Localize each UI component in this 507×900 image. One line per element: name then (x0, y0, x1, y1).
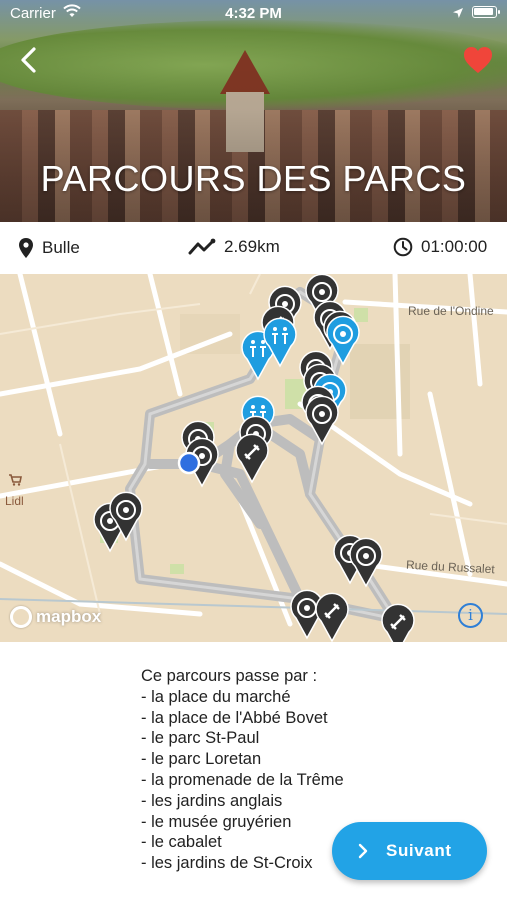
chevron-right-icon (358, 843, 368, 859)
map-info-button[interactable]: i (458, 603, 483, 628)
location-arrow-icon (453, 8, 463, 18)
route-distance: 2.69km (188, 237, 280, 257)
map-canvas (0, 274, 507, 642)
clock-time: 4:32 PM (225, 5, 282, 22)
location-pin-icon (19, 238, 33, 258)
stop-item: - le cabalet (141, 833, 222, 852)
stop-item: - les jardins de St-Croix (141, 854, 313, 873)
stops-list: - la place du marché - la place de l'Abb… (141, 687, 344, 874)
battery-icon (472, 6, 500, 18)
poi-label-lidl: Lidl (5, 494, 24, 508)
clock-icon (393, 237, 413, 257)
chevron-left-icon (21, 47, 36, 73)
route-city: Bulle (18, 237, 80, 259)
map-marker[interactable] (381, 603, 415, 642)
back-button[interactable] (14, 44, 44, 76)
heart-icon (464, 47, 492, 73)
map-marker[interactable] (315, 592, 349, 642)
route-info-bar: Bulle 2.69km 01:00:00 (0, 222, 507, 274)
stop-item: - le parc St-Paul (141, 729, 260, 748)
hero-image: Carrier 4:32 PM PARCOURS DES PARCS (0, 0, 507, 222)
page-title: PARCOURS DES PARCS (40, 158, 467, 199)
route-duration-label: 01:00:00 (421, 237, 488, 256)
map-marker[interactable] (349, 537, 383, 588)
stop-item: - la place de l'Abbé Bovet (141, 708, 328, 727)
mapbox-mark-icon (10, 606, 32, 628)
mapbox-logo[interactable]: mapbox (10, 606, 101, 628)
description-intro: Ce parcours passe par : (141, 667, 318, 685)
route-description: Ce parcours passe par : - la place du ma… (141, 666, 344, 874)
stop-item: - la promenade de la Trême (141, 770, 344, 789)
route-city-label: Bulle (42, 238, 80, 257)
next-button-label: Suivant (386, 841, 452, 860)
route-distance-label: 2.69km (224, 237, 280, 256)
stop-item: - le parc Loretan (141, 750, 262, 769)
street-label-ondine: Rue de l'Ondine (408, 304, 494, 318)
next-button[interactable]: Suivant (332, 822, 487, 880)
shopping-cart-icon (9, 474, 22, 486)
route-duration: 01:00:00 (393, 237, 487, 257)
route-map[interactable]: Rue de l'Ondine Rue du Russalet Lidl map… (0, 274, 507, 642)
stop-item: - la place du marché (141, 687, 291, 706)
favorite-button[interactable] (462, 45, 494, 75)
user-location-dot (177, 451, 201, 475)
mapbox-attribution: mapbox (36, 607, 102, 626)
route-icon (188, 238, 216, 255)
status-bar: Carrier 4:32 PM (0, 0, 507, 28)
stop-item: - le musée gruyérien (141, 812, 292, 831)
stop-item: - les jardins anglais (141, 791, 283, 810)
